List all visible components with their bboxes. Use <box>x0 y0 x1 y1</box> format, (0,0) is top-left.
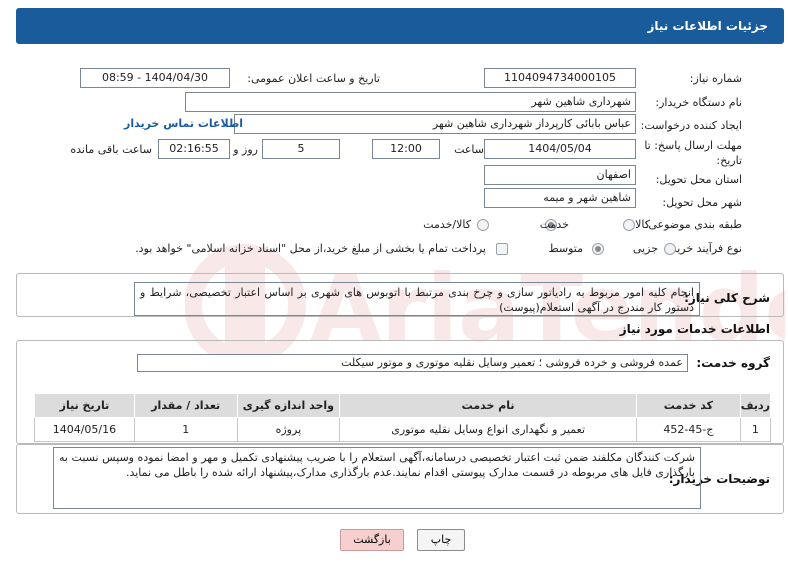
process-option-minor: جزیی <box>632 242 658 255</box>
deadline-label: مهلت ارسال پاسخ: تا تاریخ: <box>644 139 742 167</box>
column-header-need-date: تاریخ نیاز <box>34 393 135 418</box>
city-field: شاهین شهر و میمه <box>484 188 636 208</box>
column-header-unit: واحد اندازه گیری <box>236 393 341 418</box>
remaining-time-label: ساعت باقی مانده <box>70 143 152 156</box>
column-header-quantity: تعداد / مقدار <box>133 393 238 418</box>
cell-row-number: 1 <box>739 417 772 442</box>
process-radio-minor[interactable] <box>664 243 676 255</box>
cell-service-code: ج-45-452 <box>636 417 741 442</box>
deadline-hour-label: ساعت <box>454 143 484 156</box>
need-number-field: 1104094734000105 <box>484 68 636 88</box>
buyer-notes-textarea[interactable]: شرکت کنندگان مکلفند ضمن ثبت اعتبار تخصیص… <box>53 447 701 509</box>
page-header: جزئیات اطلاعات نیاز <box>16 8 784 44</box>
city-label: شهر محل تحویل: <box>662 196 742 209</box>
category-radio-goods-service[interactable] <box>477 219 489 231</box>
process-option-medium: متوسط <box>548 242 583 255</box>
print-button[interactable]: چاپ <box>417 529 465 551</box>
creator-label: ایجاد کننده درخواست: <box>640 119 742 132</box>
remaining-days-field: 5 <box>262 139 340 159</box>
column-header-row-number: ردیف <box>739 393 772 418</box>
treasury-payment-note: پرداخت تمام یا بخشی از مبلغ خرید،از محل … <box>135 242 486 255</box>
creator-field: عباس بابائی کارپرداز شهرداری شاهین شهر <box>234 114 636 134</box>
services-table-header: ردیف کد خدمت نام خدمت واحد اندازه گیری ت… <box>34 393 772 418</box>
remaining-time-field: 02:16:55 <box>158 139 230 159</box>
days-label: روز و <box>233 143 258 156</box>
cell-unit: پروژه <box>236 417 341 442</box>
column-header-service-name: نام خدمت <box>339 393 638 418</box>
buyer-label: نام دستگاه خریدار: <box>655 96 742 109</box>
province-label: استان محل تحویل: <box>655 173 742 186</box>
treasury-payment-checkbox[interactable] <box>496 243 508 255</box>
column-header-service-code: کد خدمت <box>636 393 741 418</box>
service-group-field: عمده فروشی و خرده فروشی ؛ تعمیر وسایل نق… <box>137 354 688 372</box>
table-row: 1 ج-45-452 تعمیر و نگهداری انواع وسایل ن… <box>34 417 772 442</box>
back-button[interactable]: بازگشت <box>340 529 404 551</box>
description-textarea[interactable]: انجام کلیه امور مربوط به رادیاتور سازی و… <box>134 282 700 316</box>
cell-quantity: 1 <box>133 417 238 442</box>
services-section-title: اطلاعات خدمات مورد نیاز <box>619 322 770 336</box>
category-option-goods-service: کالا/خدمت <box>423 218 471 231</box>
category-option-goods: کالا <box>635 218 650 231</box>
page-title: جزئیات اطلاعات نیاز <box>647 19 768 33</box>
cell-service-name: تعمیر و نگهداری انواع وسایل نقلیه موتوری <box>339 417 638 442</box>
cell-need-date: 1404/05/16 <box>34 417 135 442</box>
need-number-label: شماره نیاز: <box>689 72 742 85</box>
process-radio-medium[interactable] <box>592 243 604 255</box>
announce-datetime-label: تاریخ و ساعت اعلان عمومی: <box>247 72 380 85</box>
buyer-contact-link[interactable]: اطلاعات تماس خریدار <box>124 117 243 130</box>
deadline-date-field: 1404/05/04 <box>484 139 636 159</box>
category-radio-goods[interactable] <box>623 219 635 231</box>
buyer-field: شهرداری شاهین شهر <box>185 92 636 112</box>
announce-datetime-field: 1404/04/30 - 08:59 <box>80 68 230 88</box>
category-label: طبقه بندی موضوعی: <box>644 218 742 231</box>
category-option-service: خدمت <box>539 218 569 231</box>
deadline-time-field: 12:00 <box>372 139 440 159</box>
province-field: اصفهان <box>484 165 636 185</box>
services-table: ردیف کد خدمت نام خدمت واحد اندازه گیری ت… <box>34 393 772 442</box>
service-group-label: گروه خدمت: <box>696 356 770 370</box>
